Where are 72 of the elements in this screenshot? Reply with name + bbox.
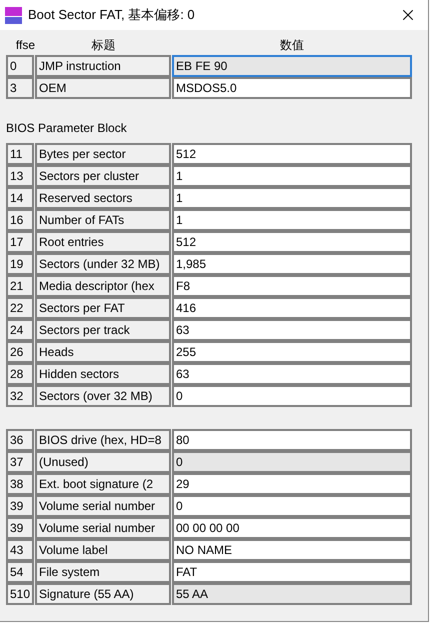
offset-cell: 43	[6, 539, 34, 561]
field-title-cell: Sectors per track	[35, 319, 171, 341]
offset-cell: 26	[6, 341, 34, 363]
offset-cell: 510	[6, 583, 34, 605]
app-logo-icon	[5, 6, 22, 24]
field-title-cell: File system	[35, 561, 171, 583]
value-field[interactable]: 512	[172, 231, 412, 253]
value-field[interactable]: 63	[172, 363, 412, 385]
offset-cell: 54	[6, 561, 34, 583]
value-field[interactable]: 80	[172, 429, 412, 451]
value-field[interactable]: F8	[172, 275, 412, 297]
field-title-cell: Sectors (over 32 MB)	[35, 385, 171, 407]
offset-cell: 32	[6, 385, 34, 407]
value-field[interactable]: 55 AA	[172, 583, 412, 605]
value-field[interactable]: 0	[172, 495, 412, 517]
offset-cell: 37	[6, 451, 34, 473]
value-field[interactable]: 1,985	[172, 253, 412, 275]
value-field[interactable]: EB FE 90	[172, 55, 412, 77]
field-title-cell: Volume label	[35, 539, 171, 561]
value-field[interactable]: MSDOS5.0	[172, 77, 412, 99]
value-field[interactable]: 29	[172, 473, 412, 495]
value-field[interactable]: 1	[172, 187, 412, 209]
value-field[interactable]: 1	[172, 209, 412, 231]
field-title-cell: Reserved sectors	[35, 187, 171, 209]
field-title-cell: Volume serial number	[35, 517, 171, 539]
field-title-cell: Bytes per sector	[35, 143, 171, 165]
field-title-cell: BIOS drive (hex, HD=8	[35, 429, 171, 451]
field-title-cell: Root entries	[35, 231, 171, 253]
column-header: 数值	[279, 37, 305, 54]
value-field[interactable]: NO NAME	[172, 539, 412, 561]
value-field[interactable]: 255	[172, 341, 412, 363]
offset-cell: 17	[6, 231, 34, 253]
value-field[interactable]: 512	[172, 143, 412, 165]
offset-cell: 16	[6, 209, 34, 231]
field-title-cell: Sectors per FAT	[35, 297, 171, 319]
field-title-cell: Ext. boot signature (2	[35, 473, 171, 495]
value-field[interactable]: 0	[172, 451, 412, 473]
offset-cell: 28	[6, 363, 34, 385]
offset-cell: 11	[6, 143, 34, 165]
field-title-cell: Heads	[35, 341, 171, 363]
value-field[interactable]: 63	[172, 319, 412, 341]
offset-cell: 3	[6, 77, 34, 99]
field-title-cell: Volume serial number	[35, 495, 171, 517]
offset-cell: 0	[6, 55, 34, 77]
offset-cell: 39	[6, 495, 34, 517]
value-field[interactable]: 0	[172, 385, 412, 407]
offset-cell: 39	[6, 517, 34, 539]
offset-cell: 13	[6, 165, 34, 187]
offset-cell: 14	[6, 187, 34, 209]
field-title-cell: OEM	[35, 77, 171, 99]
field-title-cell: Sectors (under 32 MB)	[35, 253, 171, 275]
offset-cell: 21	[6, 275, 34, 297]
field-title-cell: Media descriptor (hex	[35, 275, 171, 297]
window-title: Boot Sector FAT, 基本偏移: 0	[28, 6, 196, 24]
section-label: BIOS Parameter Block	[6, 120, 127, 137]
offset-cell: 22	[6, 297, 34, 319]
field-title-cell: Signature (55 AA)	[35, 583, 171, 605]
offset-cell: 24	[6, 319, 34, 341]
field-title-cell: Hidden sectors	[35, 363, 171, 385]
field-title-cell: JMP instruction	[35, 55, 171, 77]
field-title-cell: (Unused)	[35, 451, 171, 473]
offset-cell: 38	[6, 473, 34, 495]
offset-cell: 19	[6, 253, 34, 275]
offset-cell: 36	[6, 429, 34, 451]
value-field[interactable]: 1	[172, 165, 412, 187]
value-field[interactable]: 416	[172, 297, 412, 319]
column-header: ffse	[14, 37, 35, 54]
value-field[interactable]: FAT	[172, 561, 412, 583]
field-title-cell: Number of FATs	[35, 209, 171, 231]
value-field[interactable]: 00 00 00 00	[172, 517, 412, 539]
field-title-cell: Sectors per cluster	[35, 165, 171, 187]
column-header: 标题	[90, 37, 116, 54]
